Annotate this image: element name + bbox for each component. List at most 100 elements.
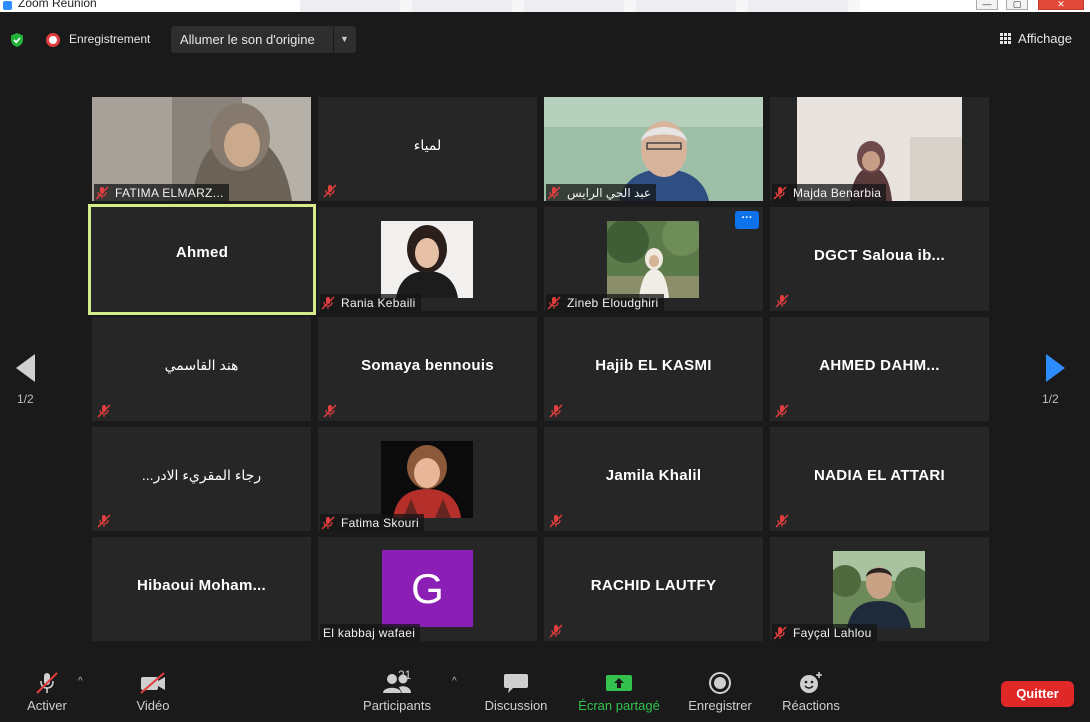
reactions-label: Réactions <box>782 698 840 713</box>
participant-video <box>607 221 699 298</box>
participant-tile[interactable]: G El kabbaj wafaei <box>318 537 537 641</box>
participant-tile[interactable]: ··· Zineb Eloudghiri <box>544 207 763 311</box>
muted-mic-icon <box>321 515 335 530</box>
muted-mic-icon <box>323 184 337 198</box>
participant-name-label: FATIMA ELMARZ... <box>94 184 229 201</box>
participant-name: Rania Kebaili <box>341 295 416 310</box>
participant-name-label: Fayçal Lahlou <box>772 624 877 641</box>
reactions-emoji-icon <box>800 672 822 693</box>
muted-mic-icon <box>547 185 561 200</box>
participant-tile[interactable]: DGCT Saloua ib... <box>770 207 989 311</box>
participant-name: Fayçal Lahlou <box>793 625 872 640</box>
participant-tile[interactable]: RACHID LAUTFY <box>544 537 763 641</box>
participant-tile[interactable]: Hibaoui Moham... <box>92 537 311 641</box>
zoom-app-icon <box>3 1 12 10</box>
participant-tile[interactable]: Somaya bennouis <box>318 317 537 421</box>
next-page-arrow-icon[interactable] <box>1046 354 1065 382</box>
muted-mic-icon <box>549 404 563 418</box>
participant-name-label: Majda Benarbia <box>772 184 887 201</box>
active-speaker-tile[interactable]: Ahmed <box>88 204 316 315</box>
participant-name: Majda Benarbia <box>793 185 882 200</box>
participant-tile[interactable]: FATIMA ELMARZ... <box>92 97 311 201</box>
view-button-label: Affichage <box>1018 31 1072 46</box>
participant-name: ...رجاء المقري‌ء الادر <box>141 467 262 483</box>
participant-name: Hibaoui Moham... <box>137 577 266 594</box>
previous-page-arrow-icon[interactable] <box>16 354 35 382</box>
original-sound-button[interactable]: Allumer le son d'origine ▼ <box>171 26 356 53</box>
participant-name: لمياء <box>413 137 442 153</box>
video-off-icon <box>140 672 165 694</box>
muted-mic-icon <box>775 514 789 528</box>
muted-mic-icon <box>773 625 787 640</box>
muted-mic-icon <box>36 672 58 694</box>
participant-video <box>381 221 473 298</box>
participants-label: Participants <box>363 698 431 713</box>
participant-tile[interactable]: Hajib EL KASMI <box>544 317 763 421</box>
reactions-button[interactable]: Réactions <box>780 670 842 713</box>
participant-tile[interactable]: Majda Benarbia <box>770 97 989 201</box>
audio-options-chevron-icon[interactable]: ^ <box>78 676 83 687</box>
participant-tile[interactable]: NADIA EL ATTARI <box>770 427 989 531</box>
participants-options-chevron-icon[interactable]: ^ <box>452 676 457 687</box>
maximize-button[interactable]: ▢ <box>1006 0 1028 10</box>
close-button[interactable]: ✕ <box>1038 0 1084 10</box>
participant-tile[interactable]: عبد الحي الرايس <box>544 97 763 201</box>
unmute-button[interactable]: Activer <box>24 670 70 713</box>
view-button[interactable]: Affichage <box>1000 31 1072 46</box>
participant-name: هند القاسمي <box>164 357 239 373</box>
page-indicator-right: 1/2 <box>1042 392 1059 406</box>
record-button[interactable]: Enregistrer <box>686 670 754 713</box>
more-options-button[interactable]: ··· <box>735 211 759 229</box>
record-icon <box>709 672 731 694</box>
muted-mic-icon <box>775 404 789 418</box>
participant-name: عبد الحي الرايس <box>567 185 652 200</box>
shield-icon[interactable] <box>9 32 25 48</box>
participant-tile[interactable]: Fatima Skouri <box>318 427 537 531</box>
video-label: Vidéo <box>136 698 170 713</box>
chat-button[interactable]: Discussion <box>482 670 550 713</box>
participant-tile[interactable]: Rania Kebaili <box>318 207 537 311</box>
leave-meeting-button[interactable]: Quitter <box>1001 681 1074 707</box>
participant-video <box>833 551 925 628</box>
muted-mic-icon <box>321 295 335 310</box>
zoom-meeting-window: Zoom Réunion — ▢ ✕ Enregistrement Allume… <box>0 0 1090 722</box>
participant-tile[interactable]: Fayçal Lahlou <box>770 537 989 641</box>
start-video-button[interactable]: Vidéo <box>132 670 174 713</box>
avatar: G <box>382 550 473 627</box>
participant-tile[interactable]: AHMED DAHM... <box>770 317 989 421</box>
meeting-toolbar: Activer ^ Vidéo 21 Participants ^ Discus… <box>0 662 1090 722</box>
original-sound-label[interactable]: Allumer le son d'origine <box>171 26 333 53</box>
participant-tile[interactable]: Jamila Khalil <box>544 427 763 531</box>
muted-mic-icon <box>547 295 561 310</box>
participant-name: Fatima Skouri <box>341 515 419 530</box>
participants-button[interactable]: 21 Participants <box>360 668 434 713</box>
window-titlebar: Zoom Réunion — ▢ ✕ <box>0 0 1090 12</box>
participant-name-label: Zineb Eloudghiri <box>546 294 664 311</box>
muted-mic-icon <box>97 514 111 528</box>
recording-label: Enregistrement <box>69 32 151 46</box>
muted-mic-icon <box>97 404 111 418</box>
muted-mic-icon <box>775 294 789 308</box>
participant-name: Somaya bennouis <box>361 357 494 374</box>
participant-tile[interactable]: لمياء <box>318 97 537 201</box>
muted-mic-icon <box>549 624 563 638</box>
share-screen-button[interactable]: Écran partagé <box>576 670 662 713</box>
participant-tile[interactable]: هند القاسمي <box>92 317 311 421</box>
share-screen-icon <box>606 675 632 691</box>
participant-name: NADIA EL ATTARI <box>814 467 945 484</box>
participant-name-label: Rania Kebaili <box>320 294 421 311</box>
page-indicator-left: 1/2 <box>17 392 34 406</box>
recording-icon <box>46 33 60 47</box>
muted-mic-icon <box>323 404 337 418</box>
participant-tile[interactable]: ...رجاء المقري‌ء الادر <box>92 427 311 531</box>
muted-mic-icon <box>549 514 563 528</box>
participant-name: AHMED DAHM... <box>819 357 940 374</box>
background-tabs <box>300 0 860 12</box>
grid-view-icon <box>1000 32 1012 45</box>
unmute-label: Activer <box>27 698 67 713</box>
record-label: Enregistrer <box>688 698 752 713</box>
minimize-button[interactable]: — <box>976 0 998 10</box>
participant-video <box>381 441 473 518</box>
chevron-down-icon[interactable]: ▼ <box>333 26 355 53</box>
participant-name: Hajib EL KASMI <box>595 357 712 374</box>
